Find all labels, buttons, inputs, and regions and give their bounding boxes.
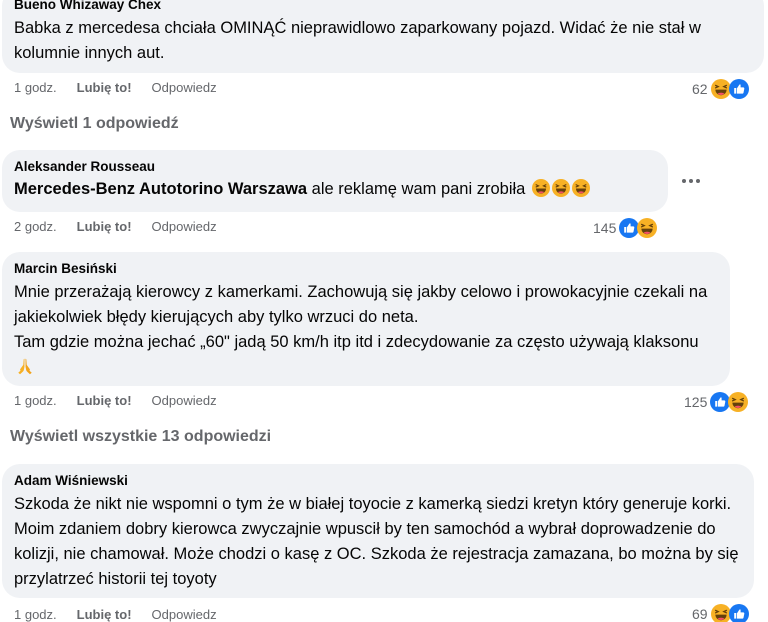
comment-time[interactable]: 1 godz.: [14, 80, 57, 95]
like-button[interactable]: Lubię to!: [77, 219, 132, 234]
comment-bubble: Bueno Whizaway Chex Babka z mercedesa ch…: [2, 0, 764, 73]
haha-icon: [711, 79, 731, 99]
reply-button[interactable]: Odpowiedz: [152, 393, 217, 408]
haha-icon: [711, 604, 731, 622]
reaction-count: 145: [593, 220, 617, 236]
reaction-summary[interactable]: 62: [692, 79, 749, 99]
comment-text: Mnie przerażają kierowcy z kamerkami. Za…: [14, 280, 718, 380]
view-replies-link[interactable]: Wyświetl 1 odpowiedź: [10, 115, 179, 133]
reply-button[interactable]: Odpowiedz: [152, 80, 217, 95]
comment-author[interactable]: Marcin Besiński: [14, 260, 718, 278]
comment-time[interactable]: 1 godz.: [14, 607, 57, 622]
like-icon: [729, 79, 749, 99]
comment-text: Szkoda że nikt nie wspomni o tym że w bi…: [14, 495, 739, 588]
reaction-summary[interactable]: 145: [593, 218, 657, 238]
comment-bubble: Adam Wiśniewski Szkoda że nikt nie wspom…: [2, 464, 754, 598]
comment-text-body: ale reklamę wam pani zrobiła: [307, 180, 526, 198]
haha-icon: [532, 179, 550, 197]
comment-actions: 1 godz. Lubię to! Odpowiedz: [14, 80, 217, 95]
mention-tag[interactable]: Mercedes-Benz Autotorino Warszawa: [14, 180, 307, 198]
comment-text: Mercedes-Benz Autotorino Warszawa ale re…: [14, 177, 656, 202]
comment-author[interactable]: Bueno Whizaway Chex: [14, 0, 752, 14]
comment-text-line: Tam gdzie można jechać „60" jadą 50 km/h…: [14, 330, 718, 380]
view-replies-link[interactable]: Wyświetl wszystkie 13 odpowiedzi: [10, 428, 271, 446]
reaction-count: 62: [692, 81, 708, 97]
like-button[interactable]: Lubię to!: [77, 393, 132, 408]
haha-icon: [552, 179, 570, 197]
like-icon: [710, 392, 730, 412]
reaction-summary[interactable]: 69: [692, 604, 749, 622]
comment-actions: 1 godz. Lubię to! Odpowiedz: [14, 393, 217, 408]
reaction-count: 69: [692, 606, 708, 622]
reaction-count: 125: [684, 394, 708, 410]
comment-time[interactable]: 1 godz.: [14, 393, 57, 408]
haha-icon: [572, 179, 590, 197]
comment-author[interactable]: Aleksander Rousseau: [14, 158, 656, 176]
like-icon: [729, 604, 749, 622]
comment-text-line: Mnie przerażają kierowcy z kamerkami. Za…: [14, 283, 708, 326]
comment-time[interactable]: 2 godz.: [14, 219, 57, 234]
reply-button[interactable]: Odpowiedz: [152, 219, 217, 234]
comment-actions: 2 godz. Lubię to! Odpowiedz: [14, 219, 217, 234]
comment-bubble: Aleksander Rousseau Mercedes-Benz Autoto…: [2, 150, 668, 212]
comment-text: Babka z mercedesa chciała OMINĄĆ niepraw…: [14, 19, 701, 62]
haha-icon: [637, 218, 657, 238]
like-button[interactable]: Lubię to!: [77, 607, 132, 622]
comment-author[interactable]: Adam Wiśniewski: [14, 472, 742, 490]
more-options-button[interactable]: [676, 171, 706, 191]
reaction-summary[interactable]: 125: [684, 392, 748, 412]
comment-bubble: Marcin Besiński Mnie przerażają kierowcy…: [2, 252, 730, 386]
like-icon: [619, 218, 639, 238]
comment-actions: 1 godz. Lubię to! Odpowiedz: [14, 607, 217, 622]
pray-icon: [16, 357, 34, 375]
like-button[interactable]: Lubię to!: [77, 80, 132, 95]
reply-button[interactable]: Odpowiedz: [152, 607, 217, 622]
haha-icon: [728, 392, 748, 412]
